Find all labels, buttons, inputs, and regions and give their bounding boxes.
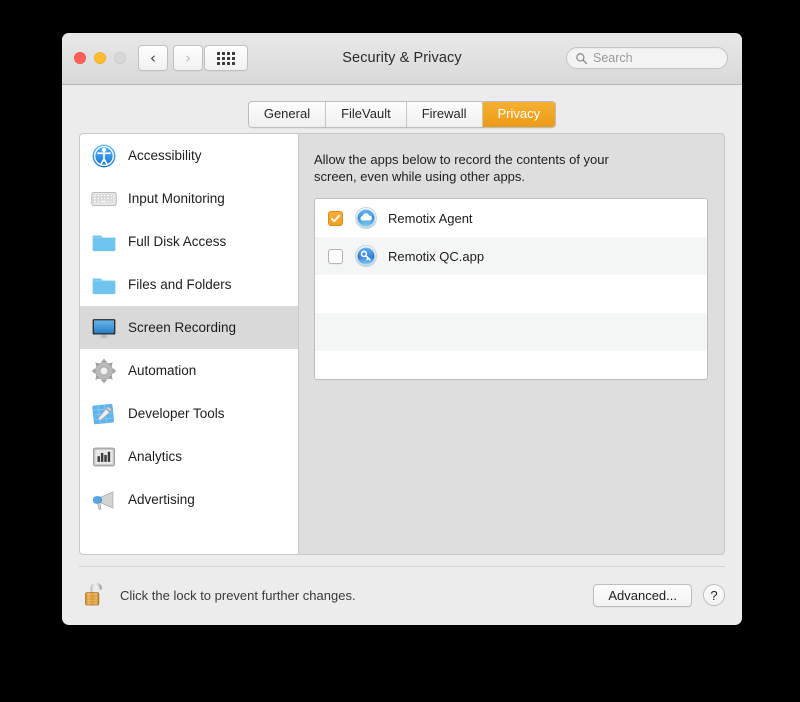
sidebar-item-full-disk-access[interactable]: Full Disk Access	[80, 220, 298, 263]
sidebar-label: Advertising	[128, 492, 195, 507]
app-permission-list: Remotix Agent Remotix QC.app	[314, 198, 708, 380]
tab-general[interactable]: General	[248, 102, 327, 127]
search-icon	[576, 52, 588, 64]
lock-hint-text: Click the lock to prevent further change…	[120, 587, 356, 603]
tab-firewall[interactable]: Firewall	[406, 102, 483, 127]
tab-filevault[interactable]: FileVault	[326, 102, 407, 127]
empty-row	[315, 313, 707, 351]
sidebar-label: Accessibility	[128, 148, 202, 163]
folder-icon	[92, 278, 116, 294]
sidebar-item-input-monitoring[interactable]: Input Monitoring	[80, 177, 298, 220]
key-badge-icon	[355, 245, 377, 267]
advanced-button[interactable]: Advanced...	[593, 583, 692, 607]
folder-icon	[92, 235, 116, 251]
sidebar-item-files-and-folders[interactable]: Files and Folders	[80, 263, 298, 306]
table-row[interactable]: Remotix Agent	[315, 199, 707, 237]
sidebar-item-automation[interactable]: Automation	[80, 349, 298, 392]
app-name: Remotix Agent	[388, 210, 473, 226]
tab-bar: General FileVault Firewall Privacy	[62, 101, 742, 128]
footer-separator	[79, 566, 725, 567]
window-footer: Click the lock to prevent further change…	[79, 575, 725, 615]
gear-icon	[91, 358, 117, 383]
sidebar-label: Screen Recording	[128, 320, 237, 335]
cloud-badge-icon	[355, 207, 377, 229]
privacy-category-list: Accessibility Input Monitoring Full Disk…	[79, 133, 299, 555]
hammer-blueprint-icon	[92, 403, 115, 424]
sidebar-label: Full Disk Access	[128, 234, 227, 249]
keyboard-icon	[91, 191, 117, 206]
lock-button[interactable]	[79, 578, 113, 612]
unlocked-padlock-icon	[85, 582, 102, 606]
sidebar-item-accessibility[interactable]: Accessibility	[80, 134, 298, 177]
app-name: Remotix QC.app	[388, 248, 485, 264]
screen-root: ‹ › Security & Privacy Search General Fi…	[0, 0, 800, 702]
app-checkbox[interactable]	[328, 210, 343, 226]
tab-privacy[interactable]: Privacy	[482, 102, 556, 127]
accessibility-icon	[91, 142, 117, 169]
sidebar-item-analytics[interactable]: Analytics	[80, 435, 298, 478]
screen-recording-detail: Allow the apps below to record the conte…	[299, 133, 725, 555]
bar-chart-icon	[93, 447, 115, 466]
table-row[interactable]: Remotix QC.app	[315, 237, 707, 275]
sidebar-label: Developer Tools	[128, 406, 225, 421]
system-preferences-window: ‹ › Security & Privacy Search General Fi…	[62, 33, 742, 625]
sidebar-label: Automation	[128, 363, 197, 378]
window-titlebar: ‹ › Security & Privacy Search	[62, 33, 742, 85]
sidebar-label: Analytics	[128, 449, 183, 464]
detail-description: Allow the apps below to record the conte…	[314, 152, 609, 184]
display-icon	[92, 318, 116, 338]
empty-row	[315, 351, 707, 379]
help-button[interactable]: ?	[703, 584, 725, 606]
app-checkbox[interactable]	[328, 248, 343, 264]
preference-content: Accessibility Input Monitoring Full Disk…	[79, 133, 725, 555]
megaphone-icon	[93, 490, 114, 510]
empty-row	[315, 275, 707, 313]
sidebar-item-screen-recording[interactable]: Screen Recording	[80, 306, 298, 349]
sidebar-label: Input Monitoring	[128, 191, 225, 206]
checkmark-icon	[330, 214, 341, 222]
search-placeholder: Search	[593, 51, 633, 65]
sidebar-item-advertising[interactable]: Advertising	[80, 478, 298, 521]
search-field[interactable]: Search	[566, 47, 728, 69]
sidebar-item-developer-tools[interactable]: Developer Tools	[80, 392, 298, 435]
sidebar-label: Files and Folders	[128, 277, 232, 292]
